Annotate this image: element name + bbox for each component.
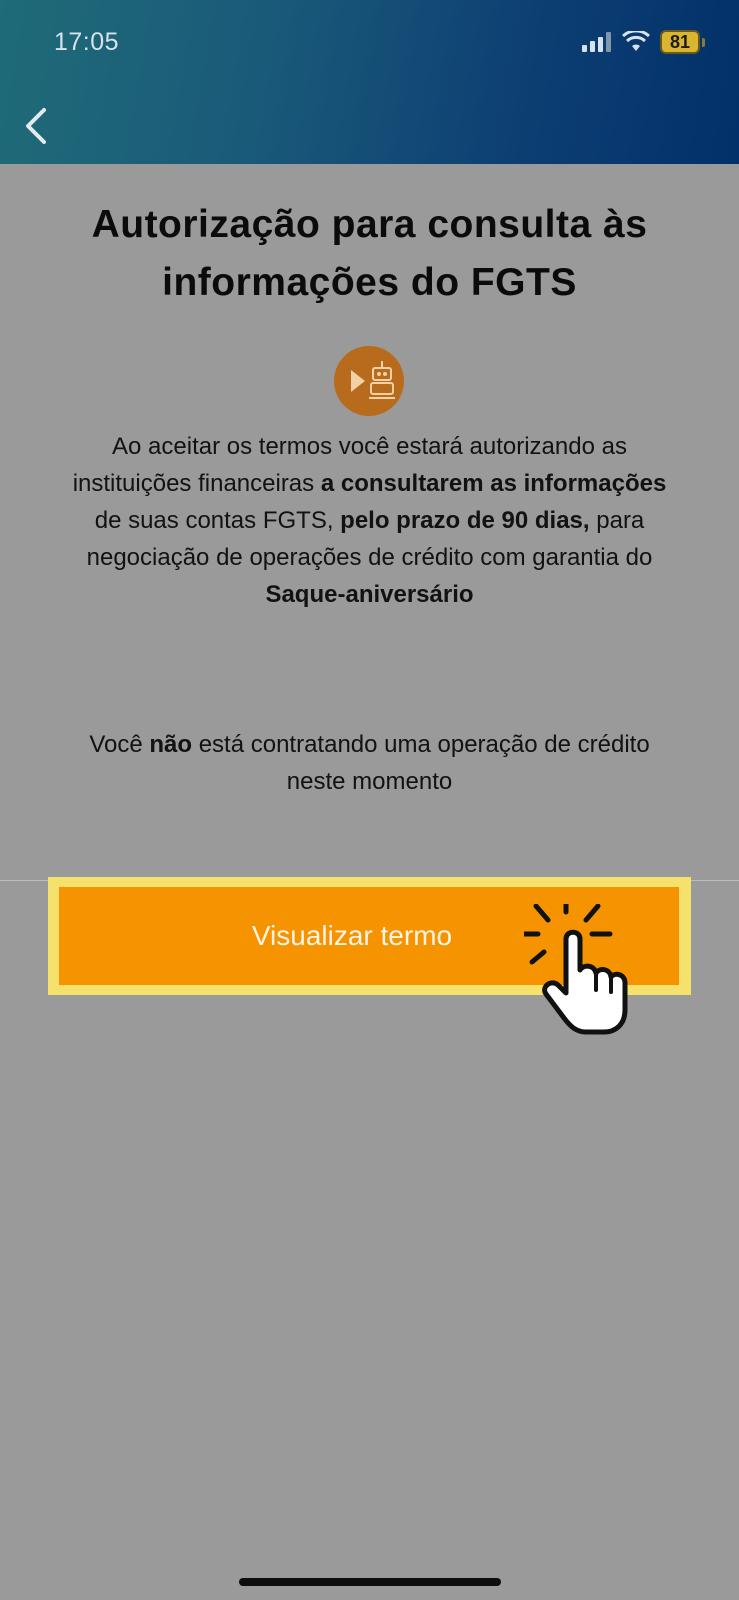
description-bold-2: pelo prazo de 90 dias,: [340, 507, 590, 534]
signal-icon: [582, 32, 611, 52]
home-indicator[interactable]: [239, 1578, 501, 1586]
description-bold-3: Saque-aniversário: [265, 581, 474, 608]
notice-text-1: Você: [89, 731, 150, 758]
description-bold-1: a consultarem as informações: [320, 470, 667, 497]
app-header: 17:05 81: [0, 0, 739, 164]
no-credit-notice: Você não está contratando uma operação d…: [60, 726, 679, 800]
authorization-description: Ao aceitar os termos você estará autoriz…: [60, 428, 679, 613]
page-title: Autorização para consulta às informações…: [0, 196, 739, 312]
battery-tip: [702, 37, 705, 47]
video-robot-icon: [334, 346, 404, 416]
battery-indicator: 81: [660, 30, 700, 54]
pointing-hand-tap-icon: [524, 904, 628, 1035]
back-button[interactable]: [20, 106, 54, 146]
status-time: 17:05: [54, 28, 120, 56]
notice-text-2: está contratando uma operação de crédito…: [192, 731, 650, 795]
chevron-left-icon: [26, 108, 46, 144]
status-icons: 81: [582, 30, 705, 54]
page-title-line1: Autorização para consulta às: [91, 203, 648, 246]
notice-bold: não: [149, 731, 193, 758]
description-text-2: de suas contas FGTS,: [94, 507, 341, 534]
wifi-icon: [622, 31, 650, 51]
page-title-line2: informações do FGTS: [162, 261, 577, 304]
